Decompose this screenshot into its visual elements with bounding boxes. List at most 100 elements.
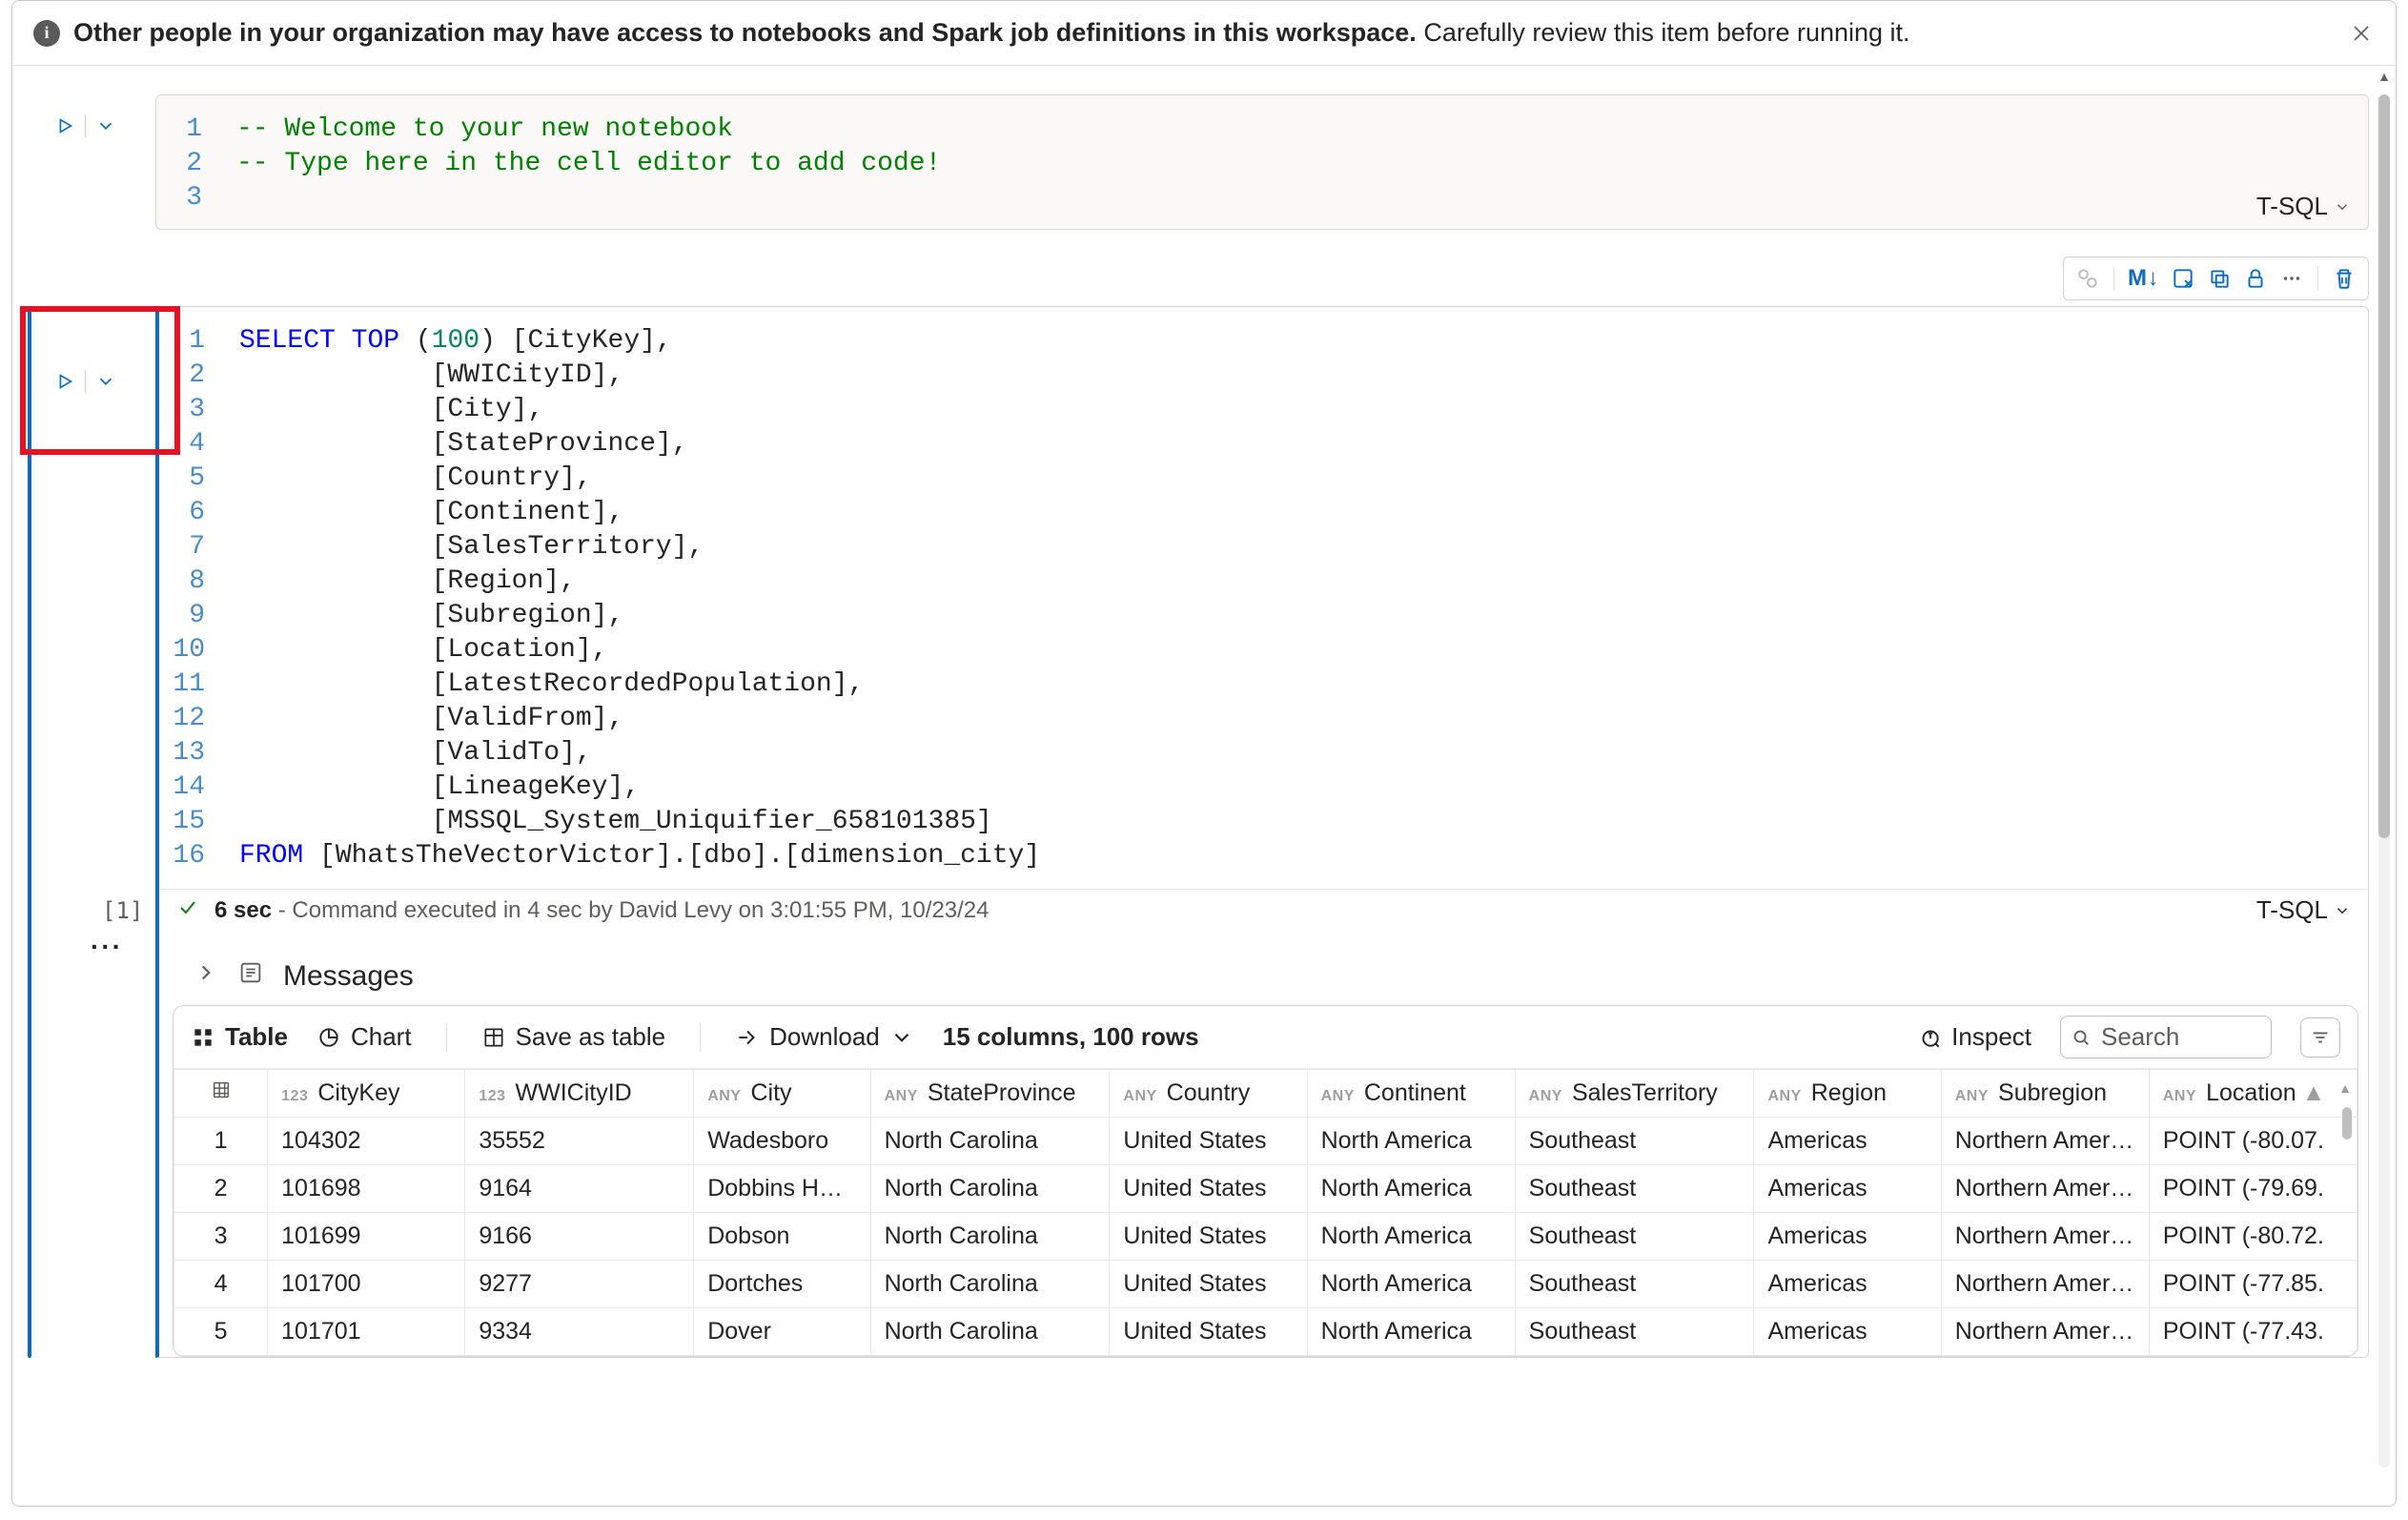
table-cell: Southeast: [1515, 1213, 1754, 1261]
more-actions-button[interactable]: [2274, 260, 2310, 297]
table-cell: Americas: [1754, 1308, 1941, 1356]
run-menu-button[interactable]: [92, 367, 120, 396]
results-column-header[interactable]: ANYCity: [694, 1070, 870, 1118]
table-cell: Americas: [1754, 1213, 1941, 1261]
cell-2-language-picker[interactable]: T-SQL: [2256, 895, 2351, 925]
table-cell: United States: [1110, 1118, 1307, 1165]
table-cell: North America: [1307, 1165, 1515, 1213]
table-cell: North Carolina: [870, 1165, 1110, 1213]
table-cell: North Carolina: [870, 1308, 1110, 1356]
results-column-header[interactable]: ANYSalesTerritory: [1515, 1070, 1754, 1118]
delete-cell-button[interactable]: [2326, 260, 2362, 297]
results-toolbar: Table Chart Save as tab: [173, 1006, 2357, 1069]
cell-1-linenumbers: 123: [156, 113, 225, 216]
content-scrollbar[interactable]: ▲: [2373, 66, 2396, 1496]
results-column-header[interactable]: 123CityKey: [268, 1070, 465, 1118]
cell-1: 123 -- Welcome to your new notebook-- Ty…: [12, 94, 2369, 230]
results-search-input[interactable]: Search: [2060, 1016, 2272, 1058]
results-tab-table[interactable]: Table: [191, 1022, 288, 1052]
table-cell: 9277: [465, 1261, 694, 1308]
table-cell: 101699: [268, 1213, 465, 1261]
exec-index-label: [1]: [102, 897, 143, 924]
table-cell: Southeast: [1515, 1308, 1754, 1356]
table-cell: North America: [1307, 1118, 1515, 1165]
results-column-header[interactable]: ANYStateProvince: [870, 1070, 1110, 1118]
table-cell: North Carolina: [870, 1213, 1110, 1261]
results-column-header[interactable]: ANYContinent: [1307, 1070, 1515, 1118]
run-cell-button[interactable]: [51, 367, 79, 396]
cell-1-editor[interactable]: 123 -- Welcome to your new notebook-- Ty…: [155, 94, 2369, 230]
info-close-button[interactable]: [2348, 20, 2375, 47]
cell-2-editor[interactable]: 12345678910111213141516 SELECT TOP (100)…: [155, 306, 2369, 1358]
results-wrap: Table Chart Save as tab: [159, 1005, 2368, 1357]
table-cell: North America: [1307, 1261, 1515, 1308]
cell-2-linenumbers: 12345678910111213141516: [159, 324, 228, 873]
table-cell: 9166: [465, 1213, 694, 1261]
table-cell: 3: [174, 1213, 268, 1261]
table-cell: United States: [1110, 1308, 1307, 1356]
results-column-header[interactable]: [174, 1070, 268, 1118]
cell-1-code[interactable]: -- Welcome to your new notebook-- Type h…: [225, 113, 2368, 216]
results-download-label: Download: [769, 1022, 880, 1052]
table-cell: Wadesboro: [694, 1118, 870, 1165]
table-row[interactable]: 31016999166DobsonNorth CarolinaUnited St…: [174, 1213, 2357, 1261]
results-search-placeholder: Search: [2101, 1022, 2179, 1052]
table-row[interactable]: 21016989164Dobbins H…North CarolinaUnite…: [174, 1165, 2357, 1213]
gutter-separator: [85, 114, 86, 137]
table-cell: Southeast: [1515, 1165, 1754, 1213]
table-cell: POINT (-80.72.: [2149, 1213, 2357, 1261]
run-cell-button[interactable]: [51, 112, 79, 140]
table-cell: 101700: [268, 1261, 465, 1308]
table-cell: North America: [1307, 1308, 1515, 1356]
lock-cell-button[interactable]: [2237, 260, 2274, 297]
code-gen-copilot-icon[interactable]: [2070, 260, 2106, 297]
notebook-content: ▲: [12, 66, 2396, 1496]
results-inspect-label: Inspect: [1951, 1022, 2031, 1052]
results-scrollbar[interactable]: [2342, 1107, 2352, 1140]
copy-cell-button[interactable]: [2201, 260, 2237, 297]
table-cell: POINT (-77.43.: [2149, 1308, 2357, 1356]
table-cell: 2: [174, 1165, 268, 1213]
messages-row[interactable]: Messages: [159, 925, 2368, 1005]
results-column-header[interactable]: ANYLocation▲: [2149, 1070, 2357, 1118]
convert-to-markdown-button[interactable]: M↓: [2122, 260, 2165, 297]
results-tab-chart-label: Chart: [351, 1022, 412, 1052]
cell-1-language-picker[interactable]: T-SQL: [2256, 192, 2351, 221]
cell-2-body: M↓: [155, 306, 2369, 1358]
run-menu-button[interactable]: [92, 112, 120, 140]
info-banner-message: Other people in your organization may ha…: [73, 18, 1910, 48]
table-cell: North Carolina: [870, 1118, 1110, 1165]
results-column-header[interactable]: 123WWICityID: [465, 1070, 694, 1118]
table-cell: 5: [174, 1308, 268, 1356]
results-save-as-table[interactable]: Save as table: [481, 1022, 666, 1052]
table-cell: Dobson: [694, 1213, 870, 1261]
table-cell: 101698: [268, 1165, 465, 1213]
results-column-header[interactable]: ANYSubregion: [1941, 1070, 2149, 1118]
table-row[interactable]: 41017009277DortchesNorth CarolinaUnited …: [174, 1261, 2357, 1308]
results-inspect[interactable]: Inspect: [1917, 1022, 2031, 1052]
cell-more-actions[interactable]: ···: [91, 932, 123, 962]
table-row[interactable]: 51017019334DoverNorth CarolinaUnited Sta…: [174, 1308, 2357, 1356]
results-download[interactable]: Download: [735, 1022, 914, 1052]
exec-timestamp: 3:01:55 PM, 10/23/24: [770, 897, 990, 923]
cell-2-code[interactable]: SELECT TOP (100) [CityKey], [WWICityID],…: [228, 324, 2368, 873]
cell-2: M↓: [12, 306, 2369, 1358]
clear-output-button[interactable]: [2165, 260, 2201, 297]
table-cell: POINT (-79.69.: [2149, 1165, 2357, 1213]
table-cell: Dover: [694, 1308, 870, 1356]
results-shell: Table Chart Save as tab: [173, 1005, 2358, 1357]
cell-2-language-label: T-SQL: [2256, 895, 2328, 925]
results-sort-indicator: ▲: [2338, 1080, 2352, 1096]
messages-icon: [237, 959, 264, 994]
table-cell: Americas: [1754, 1261, 1941, 1308]
results-filter-button[interactable]: [2300, 1017, 2340, 1058]
results-column-header[interactable]: ANYRegion: [1754, 1070, 1941, 1118]
info-banner: i Other people in your organization may …: [12, 1, 2396, 66]
results-tab-chart[interactable]: Chart: [316, 1022, 412, 1052]
cell-2-gutter: [12, 306, 155, 1358]
results-column-header[interactable]: ANYCountry: [1110, 1070, 1307, 1118]
table-cell: Americas: [1754, 1118, 1941, 1165]
cell-1-gutter: [12, 94, 155, 230]
table-cell: Northern Amer…: [1941, 1261, 2149, 1308]
table-row[interactable]: 110430235552WadesboroNorth CarolinaUnite…: [174, 1118, 2357, 1165]
